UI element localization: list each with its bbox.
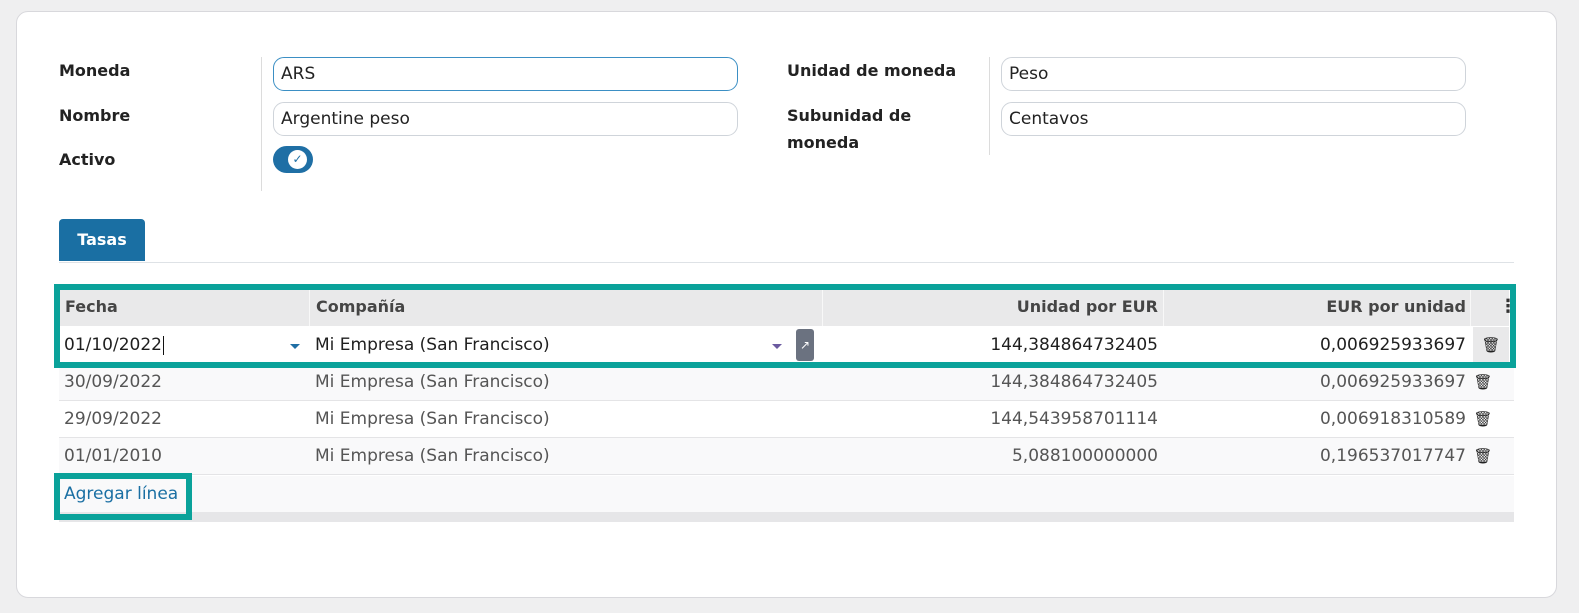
fecha-cell: 30/09/2022: [64, 372, 162, 392]
subunidad-label-line2: moneda: [787, 133, 860, 152]
trash-icon[interactable]: 🗑: [1473, 401, 1493, 438]
unidad-por-eur-cell: 144,384864732405: [990, 372, 1158, 392]
add-line-row: [59, 476, 1514, 512]
activo-label: Activo: [59, 150, 116, 169]
moneda-label: Moneda: [59, 61, 131, 80]
trash-icon[interactable]: 🗑: [1473, 364, 1493, 401]
highlight-add-line: [54, 473, 192, 520]
subunidad-moneda-label: Subunidad de moneda: [787, 102, 911, 156]
unidad-por-eur-cell: 5,088100000000: [1011, 446, 1158, 466]
horizontal-scrollbar[interactable]: [59, 512, 1514, 522]
table-row[interactable]: 01/01/2010 Mi Empresa (San Francisco) 5,…: [59, 438, 1514, 475]
unidad-moneda-input[interactable]: Peso: [1001, 57, 1466, 91]
left-divider: [261, 57, 262, 191]
subunidad-moneda-input[interactable]: Centavos: [1001, 102, 1466, 136]
fecha-cell: 29/09/2022: [64, 409, 162, 429]
right-divider: [989, 57, 990, 155]
moneda-input[interactable]: ARS: [273, 57, 738, 91]
unidad-moneda-label: Unidad de moneda: [787, 61, 957, 80]
eur-por-unidad-cell: 0,196537017747: [1319, 446, 1466, 466]
compania-cell: Mi Empresa (San Francisco): [315, 409, 550, 429]
table-row[interactable]: 29/09/2022 Mi Empresa (San Francisco) 14…: [59, 401, 1514, 438]
compania-cell: Mi Empresa (San Francisco): [315, 372, 550, 392]
eur-por-unidad-cell: 0,006925933697: [1319, 372, 1466, 392]
tab-divider: [59, 262, 1514, 263]
check-icon: ✓: [288, 150, 307, 169]
highlight-editing-row: [54, 284, 1516, 368]
subunidad-label-line1: Subunidad de: [787, 106, 912, 125]
compania-cell: Mi Empresa (San Francisco): [315, 446, 550, 466]
trash-icon[interactable]: 🗑: [1473, 438, 1493, 475]
eur-por-unidad-cell: 0,006918310589: [1319, 409, 1466, 429]
nombre-label: Nombre: [59, 106, 131, 125]
unidad-por-eur-cell: 144,543958701114: [990, 409, 1158, 429]
table-row[interactable]: 30/09/2022 Mi Empresa (San Francisco) 14…: [59, 364, 1514, 401]
tab-tasas[interactable]: Tasas: [59, 219, 145, 261]
activo-toggle[interactable]: ✓: [273, 146, 313, 173]
fecha-cell: 01/01/2010: [64, 446, 162, 466]
nombre-input[interactable]: Argentine peso: [273, 102, 738, 136]
